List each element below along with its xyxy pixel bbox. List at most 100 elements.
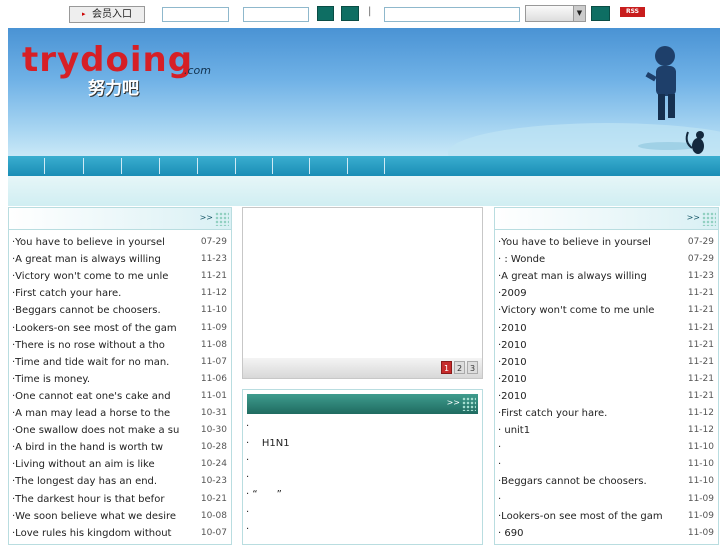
list-item-title[interactable]: · [246,521,249,538]
list-item-title[interactable]: ·Lookers-on see most of the gam [498,508,683,525]
list-item[interactable]: · 11-10 [495,439,718,456]
member-login-button[interactable]: ▸ 会员入口 [69,6,145,23]
username-input[interactable] [162,7,229,22]
list-item[interactable]: · unit1 11-12 [495,422,718,439]
list-item-title[interactable]: ·Time and tide wait for no man. [12,354,197,371]
list-item-title[interactable]: ·Living without an aim is like [12,456,197,473]
rss-icon[interactable]: RSS [620,7,645,17]
list-item-title[interactable]: · “ ” [246,486,282,503]
list-item-title[interactable]: ·Beggars cannot be choosers. [12,302,197,319]
list-item[interactable]: ·2010 11-21 [495,354,718,371]
list-item-title[interactable]: · [498,439,683,456]
list-item[interactable]: ·You have to believe in yoursel 07-29 [9,234,231,251]
list-item-title[interactable]: · [498,491,683,508]
list-item-title[interactable]: ·One cannot eat one's cake and [12,388,197,405]
slide-page-2[interactable]: 2 [454,361,465,374]
list-item-title[interactable]: · unit1 [498,422,683,439]
list-item-title[interactable]: ·2010 [498,354,683,371]
list-item[interactable]: · H1N1 [243,435,482,452]
list-item-title[interactable]: · [246,469,249,486]
list-item[interactable]: · : Wonde 07-29 [495,251,718,268]
list-item[interactable]: · [243,452,482,469]
slideshow[interactable]: 123 [242,207,483,379]
list-item[interactable]: ·2010 11-21 [495,388,718,405]
list-item-title[interactable]: ·2010 [498,388,683,405]
search-button[interactable] [591,6,610,21]
login-button[interactable] [317,6,334,21]
list-item[interactable]: · 690 11-09 [495,525,718,542]
list-item[interactable]: ·First catch your hare. 11-12 [495,405,718,422]
list-item-title[interactable]: ·Lookers-on see most of the gam [12,320,197,337]
list-item-title[interactable]: · [246,452,249,469]
slide-page-1[interactable]: 1 [441,361,452,374]
list-item-title[interactable]: ·Victory won't come to me unle [12,268,197,285]
list-item[interactable]: ·Living without an aim is like 10-24 [9,456,231,473]
list-item[interactable]: · “ ” [243,486,482,503]
list-item[interactable]: ·There is no rose without a tho 11-08 [9,337,231,354]
list-item-title[interactable]: ·The longest day has an end. [12,473,197,490]
list-item[interactable]: ·Lookers-on see most of the gam 11-09 [9,320,231,337]
list-item[interactable]: ·A great man is always willing 11-23 [9,251,231,268]
list-item[interactable]: · 11-10 [495,456,718,473]
list-item[interactable]: ·Beggars cannot be choosers. 11-10 [9,302,231,319]
list-item[interactable]: ·One cannot eat one's cake and 11-01 [9,388,231,405]
list-item-title[interactable]: ·2010 [498,337,683,354]
list-item-title[interactable]: · H1N1 [246,435,290,452]
list-item[interactable]: ·The longest day has an end. 10-23 [9,473,231,490]
password-input[interactable] [243,7,309,22]
list-item-title[interactable]: ·First catch your hare. [12,285,197,302]
list-item-title[interactable]: ·First catch your hare. [498,405,683,422]
list-item-title[interactable]: ·You have to believe in yoursel [12,234,197,251]
list-item-title[interactable]: ·A bird in the hand is worth tw [12,439,197,456]
list-item[interactable]: ·Lookers-on see most of the gam 11-09 [495,508,718,525]
list-item[interactable]: ·2009 11-21 [495,285,718,302]
list-item-title[interactable]: ·2010 [498,371,683,388]
list-item[interactable]: ·First catch your hare. 11-12 [9,285,231,302]
more-link[interactable]: >> [687,213,700,222]
list-item[interactable]: ·2010 11-21 [495,320,718,337]
list-item-title[interactable]: ·Time is money. [12,371,197,388]
slide-page-3[interactable]: 3 [467,361,478,374]
list-item-title[interactable]: ·2009 [498,285,683,302]
search-input[interactable] [384,7,520,22]
list-item-title[interactable]: ·A man may lead a horse to the [12,405,197,422]
list-item-title[interactable]: ·One swallow does not make a su [12,422,197,439]
list-item[interactable]: ·One swallow does not make a su 10-30 [9,422,231,439]
list-item[interactable]: ·Beggars cannot be choosers. 11-10 [495,473,718,490]
list-item[interactable]: ·2010 11-21 [495,371,718,388]
list-item[interactable]: · [243,418,482,435]
list-item-title[interactable]: · [246,504,249,521]
more-link[interactable]: >> [447,398,460,407]
list-item-title[interactable]: ·A great man is always willing [12,251,197,268]
list-item-title[interactable]: ·You have to believe in yoursel [498,234,683,251]
list-item[interactable]: · [243,504,482,521]
list-item-title[interactable]: ·2010 [498,320,683,337]
list-item[interactable]: ·Victory won't come to me unle 11-21 [495,302,718,319]
list-item[interactable]: ·A great man is always willing 11-23 [495,268,718,285]
list-item-title[interactable]: · [246,418,249,435]
category-select[interactable]: ▼ [525,5,586,22]
list-item-title[interactable]: ·Victory won't come to me unle [498,302,683,319]
list-item-title[interactable]: ·Love rules his kingdom without [12,525,197,542]
list-item[interactable]: ·Love rules his kingdom without 10-07 [9,525,231,542]
list-item-title[interactable]: ·The darkest hour is that befor [12,491,197,508]
list-item[interactable]: · [243,469,482,486]
list-item-title[interactable]: · [498,456,683,473]
list-item[interactable]: ·Time and tide wait for no man. 11-07 [9,354,231,371]
list-item[interactable]: ·A bird in the hand is worth tw 10-28 [9,439,231,456]
list-item[interactable]: ·Time is money. 11-06 [9,371,231,388]
list-item-title[interactable]: ·We soon believe what we desire [12,508,197,525]
list-item[interactable]: ·Victory won't come to me unle 11-21 [9,268,231,285]
list-item-title[interactable]: · : Wonde [498,251,683,268]
list-item[interactable]: · 11-09 [495,491,718,508]
list-item-title[interactable]: ·Beggars cannot be choosers. [498,473,683,490]
list-item[interactable]: ·2010 11-21 [495,337,718,354]
list-item[interactable]: ·The darkest hour is that befor 10-21 [9,491,231,508]
list-item[interactable]: ·A man may lead a horse to the 10-31 [9,405,231,422]
list-item[interactable]: · [243,521,482,538]
list-item[interactable]: ·We soon believe what we desire 10-08 [9,508,231,525]
list-item-title[interactable]: ·There is no rose without a tho [12,337,197,354]
list-item-title[interactable]: · 690 [498,525,683,542]
more-link[interactable]: >> [200,213,213,222]
list-item[interactable]: ·You have to believe in yoursel 07-29 [495,234,718,251]
